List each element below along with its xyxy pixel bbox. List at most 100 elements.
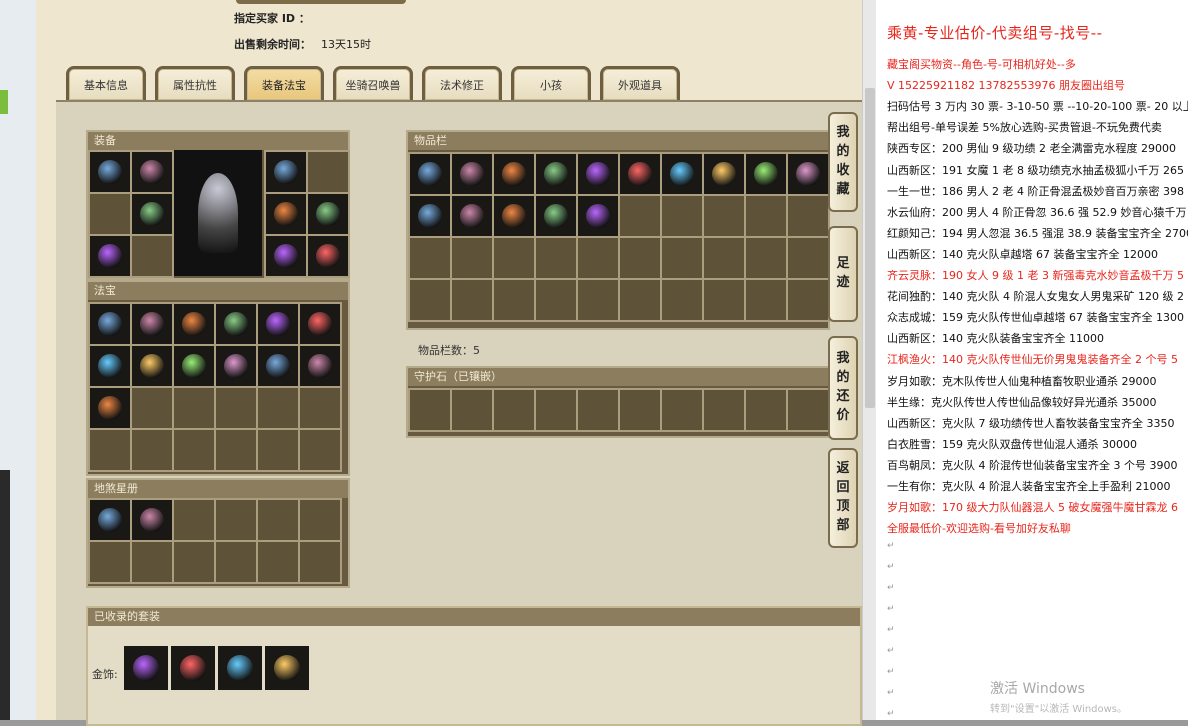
empty-slot: [494, 390, 534, 430]
item-slot[interactable]: [266, 194, 306, 234]
side-button-char: 的: [836, 370, 850, 386]
suit-item[interactable]: [265, 646, 309, 690]
tab-5[interactable]: 小孩: [511, 66, 591, 100]
item-slot[interactable]: [704, 154, 744, 194]
item-slot[interactable]: [536, 196, 576, 236]
buyer-id-label: 指定买家 ID ：: [234, 12, 310, 25]
doc-line: 岁月如歌：克木队传世人仙鬼种植畜牧职业通杀 29000: [887, 374, 1157, 388]
empty-slot: [662, 196, 702, 236]
tab-bar: 基本信息 属性抗性 装备法宝 坐骑召唤兽 法术修正 小孩 外观道具: [66, 66, 866, 100]
doc-title: 乘黄-专业估价-代卖组号-找号--: [887, 24, 1103, 42]
item-slot[interactable]: [132, 304, 172, 344]
item-slot[interactable]: [662, 154, 702, 194]
item-slot[interactable]: [132, 194, 172, 234]
item-slot[interactable]: [90, 236, 130, 276]
item-slot[interactable]: [90, 346, 130, 386]
side-button-3[interactable]: 返回顶部: [828, 448, 858, 548]
item-slot[interactable]: [132, 346, 172, 386]
item-slot[interactable]: [788, 154, 828, 194]
item-slot[interactable]: [90, 388, 130, 428]
empty-slot: [132, 236, 172, 276]
item-slot[interactable]: [308, 194, 348, 234]
paragraph-mark-icon: ↵: [887, 688, 895, 699]
item-slot[interactable]: [258, 346, 298, 386]
item-slot[interactable]: [174, 304, 214, 344]
empty-slot: [578, 280, 618, 320]
item-slot[interactable]: [746, 154, 786, 194]
items-header: 物品栏: [408, 132, 828, 150]
doc-line: 扫码估号 3 万内 30 票- 3-10-50 票 --10-20-100 票-…: [887, 100, 1188, 114]
item-slot[interactable]: [266, 236, 306, 276]
windows-watermark: 激活 Windows: [990, 681, 1085, 697]
empty-slot: [300, 542, 340, 582]
item-slot[interactable]: [132, 500, 172, 540]
paragraph-mark-icon: ↵: [887, 604, 895, 615]
doc-line: 众志成城：159 克火队传世仙卓越塔 67 装备宝宝齐全 1300: [887, 311, 1184, 325]
item-slot[interactable]: [578, 196, 618, 236]
empty-slot: [788, 280, 828, 320]
item-slot[interactable]: [90, 152, 130, 192]
suit-item[interactable]: [218, 646, 262, 690]
empty-slot: [452, 238, 492, 278]
item-slot[interactable]: [90, 500, 130, 540]
empty-slot: [308, 152, 348, 192]
equip-right-grid: [264, 150, 350, 278]
doc-line: 白衣胜雪：159 克火队双盘传世仙混人通杀 30000: [887, 437, 1137, 451]
item-slot[interactable]: [410, 154, 450, 194]
item-slot[interactable]: [536, 154, 576, 194]
side-button-1[interactable]: 足迹: [828, 226, 858, 322]
item-slot[interactable]: [174, 346, 214, 386]
item-slot[interactable]: [620, 154, 660, 194]
doc-line: 山西新区：140 克火队卓越塔 67 装备宝宝齐全 12000: [887, 247, 1158, 261]
empty-slot: [174, 430, 214, 470]
suit-item[interactable]: [171, 646, 215, 690]
scrollbar-thumb[interactable]: [865, 88, 875, 408]
item-slot[interactable]: [578, 154, 618, 194]
item-slot[interactable]: [494, 154, 534, 194]
doc-line: 一生有你：克火队 4 阶混人装备宝宝齐全上手盈利 21000: [887, 480, 1171, 493]
empty-slot: [90, 430, 130, 470]
left-window-strip: 篇: [0, 0, 36, 720]
item-count-label: 物品栏数：5: [418, 344, 480, 357]
tab-3[interactable]: 坐骑召唤兽: [333, 66, 413, 100]
item-slot[interactable]: [494, 196, 534, 236]
empty-slot: [620, 280, 660, 320]
empty-slot: [704, 196, 744, 236]
empty-slot: [788, 390, 828, 430]
tab-0[interactable]: 基本信息: [66, 66, 146, 100]
item-slot[interactable]: [216, 304, 256, 344]
page-scrollbar[interactable]: [862, 0, 876, 720]
tab-2[interactable]: 装备法宝: [244, 66, 324, 100]
fabao-header: 法宝: [88, 282, 348, 300]
item-slot[interactable]: [452, 196, 492, 236]
empty-slot: [578, 238, 618, 278]
empty-slot: [536, 390, 576, 430]
tab-1[interactable]: 属性抗性: [155, 66, 235, 100]
dizhao-header: 地煞星册: [88, 480, 348, 498]
item-slot[interactable]: [308, 236, 348, 276]
item-slot[interactable]: [410, 196, 450, 236]
side-button-2[interactable]: 我的还价: [828, 336, 858, 440]
side-button-0[interactable]: 我的收藏: [828, 112, 858, 212]
paragraph-mark-icon: ↵: [887, 583, 895, 594]
dark-strip: [0, 470, 10, 720]
item-slot[interactable]: [90, 304, 130, 344]
suit-item[interactable]: [124, 646, 168, 690]
item-slot[interactable]: [266, 152, 306, 192]
time-remaining-value: 13天15时: [321, 38, 371, 51]
doc-line: 山西新区：克火队 7 级功绩传世人畜牧装备宝宝齐全 3350: [887, 416, 1175, 430]
item-slot[interactable]: [452, 154, 492, 194]
item-slot[interactable]: [300, 304, 340, 344]
tab-4[interactable]: 法术修正: [422, 66, 502, 100]
empty-slot: [174, 500, 214, 540]
tab-6[interactable]: 外观道具: [600, 66, 680, 100]
shouhu-header: 守护石（已镶嵌）: [408, 368, 828, 386]
item-slot[interactable]: [258, 304, 298, 344]
item-slot[interactable]: [132, 152, 172, 192]
item-slot[interactable]: [216, 346, 256, 386]
doc-line: V 15225921182 13782553976 朋友圈出组号: [887, 79, 1125, 93]
empty-slot: [662, 280, 702, 320]
empty-slot: [746, 280, 786, 320]
shouhu-grid: [408, 388, 830, 432]
item-slot[interactable]: [300, 346, 340, 386]
